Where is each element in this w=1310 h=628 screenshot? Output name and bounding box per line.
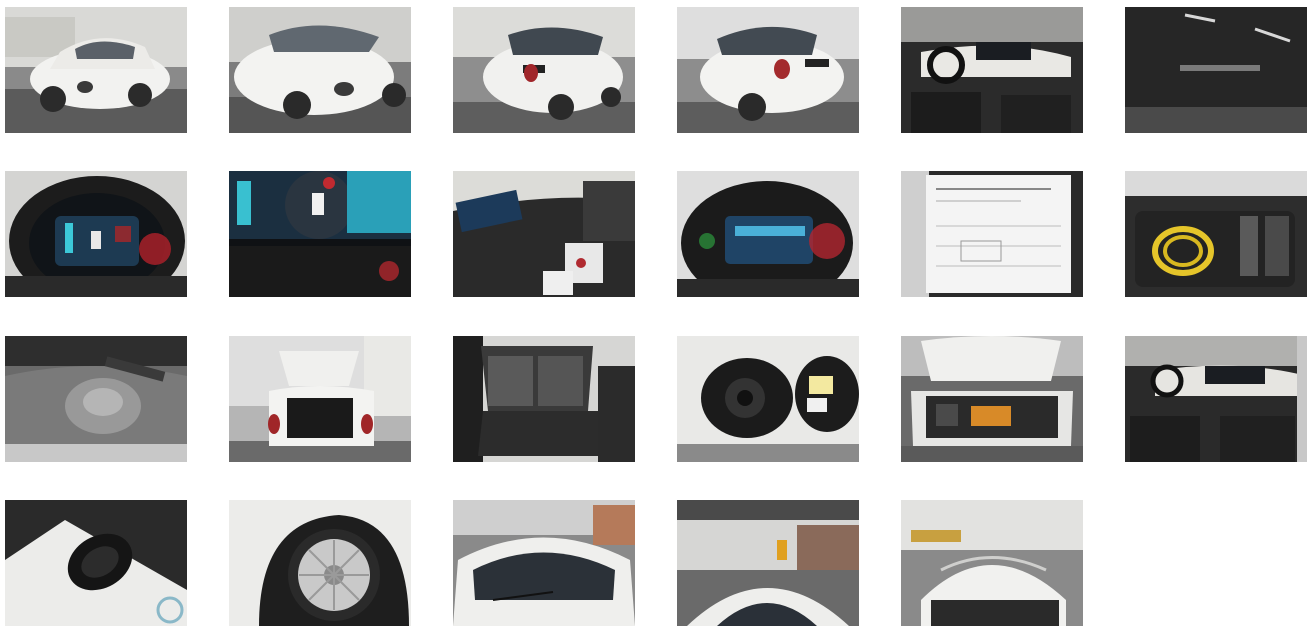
- car-front-right-image: [229, 7, 411, 133]
- digital-display-closeup-image: [229, 171, 411, 297]
- photo-thumbnail-16[interactable]: [677, 336, 859, 462]
- photo-thumbnail-10[interactable]: [677, 171, 859, 297]
- open-trunk-image: [229, 336, 411, 462]
- interior-seats-image: [1125, 336, 1307, 462]
- photo-thumbnail-13[interactable]: [5, 336, 187, 462]
- windshield-front-image: [453, 500, 635, 626]
- spare-wheel-well-image: [5, 336, 187, 462]
- photo-thumbnail-15[interactable]: [453, 336, 635, 462]
- rear-seats-image: [453, 336, 635, 462]
- wheel-rim-image: [229, 500, 411, 626]
- photo-thumbnail-11[interactable]: [901, 171, 1083, 297]
- car-front-left-image: [5, 7, 187, 133]
- instrument-cluster-lit-image: [677, 171, 859, 297]
- photo-thumbnail-3[interactable]: [453, 7, 635, 133]
- instrument-cluster-image: [5, 171, 187, 297]
- window-glass-image: [1125, 7, 1307, 133]
- trunk-charging-cable-image: [1125, 171, 1307, 297]
- photo-thumbnail-12[interactable]: [1125, 171, 1307, 297]
- photo-thumbnail-7[interactable]: [5, 171, 187, 297]
- photo-thumbnail-8[interactable]: [229, 171, 411, 297]
- car-rear-left-image: [677, 7, 859, 133]
- photo-thumbnail-6[interactable]: [1125, 7, 1307, 133]
- photo-thumbnail-1[interactable]: [5, 7, 187, 133]
- infotainment-screen-image: [453, 171, 635, 297]
- photo-thumbnail-2[interactable]: [229, 7, 411, 133]
- roof-rear-view-image: [901, 500, 1083, 626]
- photo-thumbnail-23[interactable]: [901, 500, 1083, 626]
- photo-thumbnail-22[interactable]: [677, 500, 859, 626]
- photo-thumbnail-20[interactable]: [229, 500, 411, 626]
- photo-thumbnail-4[interactable]: [677, 7, 859, 133]
- photo-thumbnail-5[interactable]: [901, 7, 1083, 133]
- photo-thumbnail-21[interactable]: [453, 500, 635, 626]
- roof-view-image: [677, 500, 859, 626]
- photo-thumbnail-9[interactable]: [453, 171, 635, 297]
- photo-gallery: [0, 0, 1310, 628]
- key-fob-image: [5, 500, 187, 626]
- open-hood-image: [901, 336, 1083, 462]
- photo-thumbnail-14[interactable]: [229, 336, 411, 462]
- photo-thumbnail-19[interactable]: [5, 500, 187, 626]
- photo-thumbnail-18[interactable]: [1125, 336, 1307, 462]
- paper-documents-image: [901, 171, 1083, 297]
- interior-dashboard-image: [901, 7, 1083, 133]
- photo-thumbnail-17[interactable]: [901, 336, 1083, 462]
- car-rear-right-image: [453, 7, 635, 133]
- charging-port-image: [677, 336, 859, 462]
